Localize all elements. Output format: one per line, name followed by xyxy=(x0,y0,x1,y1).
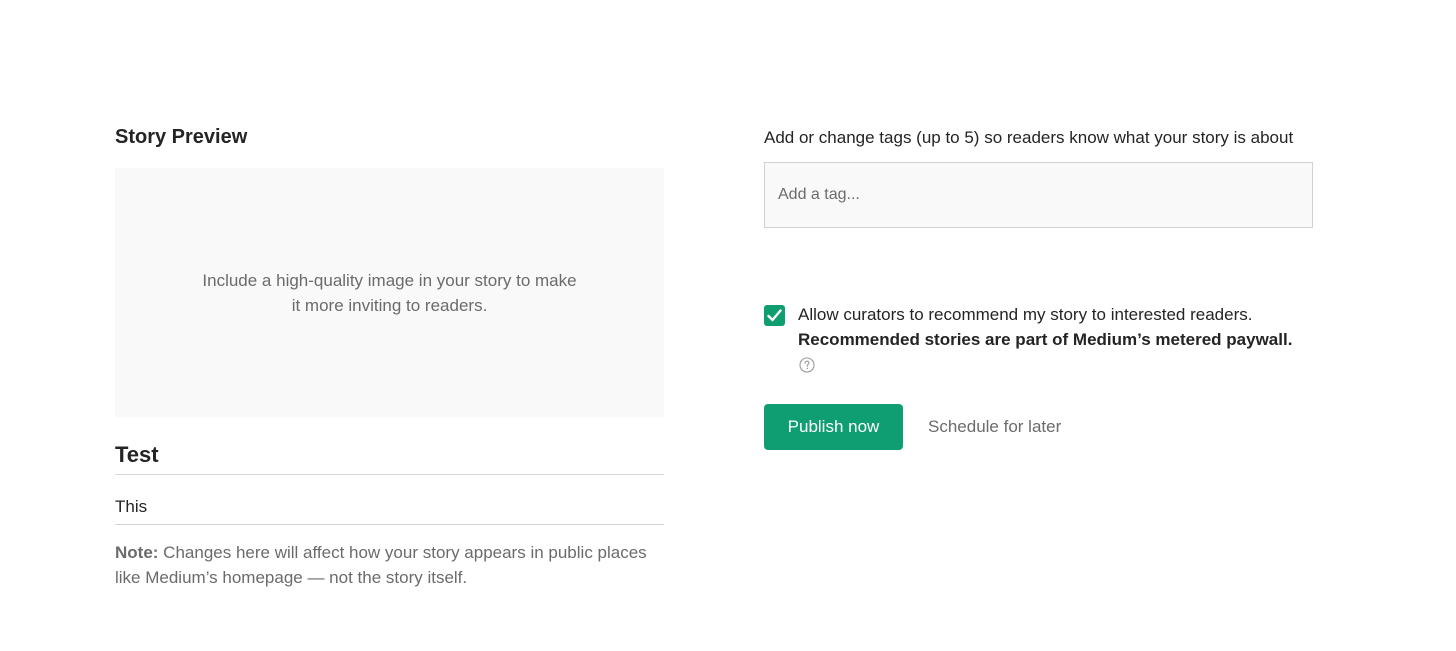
preview-note: Note: Changes here will affect how your … xyxy=(115,540,664,590)
tag-input[interactable] xyxy=(764,162,1313,228)
note-label: Note: xyxy=(115,543,159,562)
curation-checkbox[interactable] xyxy=(764,305,785,326)
checkmark-icon xyxy=(767,309,782,322)
curation-text: Allow curators to recommend my story to … xyxy=(798,302,1318,352)
preview-image-placeholder[interactable]: Include a high-quality image in your sto… xyxy=(115,168,664,417)
publish-now-button[interactable]: Publish now xyxy=(764,404,903,450)
publish-actions: Publish now Schedule for later xyxy=(764,404,1061,450)
story-preview-heading: Story Preview xyxy=(115,126,248,148)
preview-subtitle-field[interactable]: This xyxy=(115,493,664,525)
publish-settings-section: Add or change tags (up to 5) so readers … xyxy=(764,124,1324,450)
preview-title-field[interactable]: Test xyxy=(115,438,664,475)
image-placeholder-text: Include a high-quality image in your sto… xyxy=(202,270,577,315)
story-preview-section: Story Preview Include a high-quality ima… xyxy=(115,120,664,587)
curation-description: Allow curators to recommend my story to … xyxy=(798,305,1253,324)
schedule-for-later-button[interactable]: Schedule for later xyxy=(928,417,1061,437)
paywall-notice: Recommended stories are part of Medium’s… xyxy=(798,330,1293,349)
tags-label: Add or change tags (up to 5) so readers … xyxy=(764,128,1294,147)
question-circle-icon[interactable] xyxy=(799,357,815,373)
note-text: Changes here will affect how your story … xyxy=(115,543,647,587)
